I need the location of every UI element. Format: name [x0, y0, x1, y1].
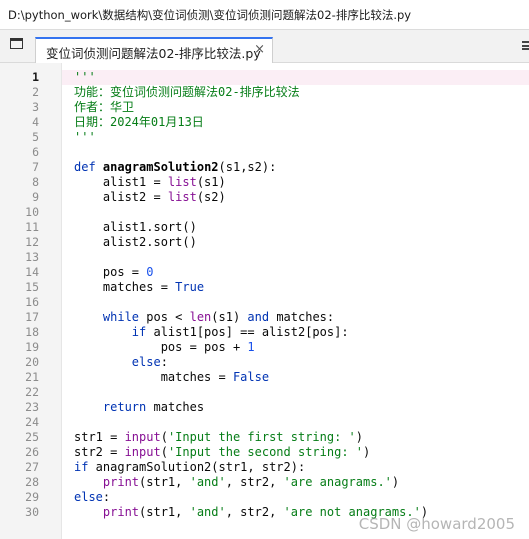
line-number: 6 [32, 145, 39, 159]
code-line[interactable]: matches = True [74, 280, 204, 295]
code-line[interactable]: else: [74, 490, 110, 505]
code-line[interactable]: alist2 = list(s2) [74, 190, 226, 205]
code-line[interactable]: ''' [74, 130, 96, 145]
line-number: 16 [25, 295, 39, 309]
tab-active-file[interactable]: 变位词侦测问题解法02-排序比较法.py × [35, 37, 273, 63]
code-line[interactable]: while pos < len(s1) and matches: [74, 310, 334, 325]
code-line[interactable]: pos = 0 [74, 265, 154, 280]
code-line[interactable]: str2 = input('Input the second string: '… [74, 445, 370, 460]
line-number: 15 [25, 280, 39, 294]
line-number: 14 [25, 265, 39, 279]
code-line[interactable]: alist1.sort() [74, 220, 197, 235]
line-number: 21 [25, 370, 39, 384]
code-line[interactable]: else: [74, 355, 168, 370]
code-line[interactable]: pos = pos + 1 [74, 340, 255, 355]
line-number: 25 [25, 430, 39, 444]
code-line[interactable]: def anagramSolution2(s1,s2): [74, 160, 276, 175]
code-line[interactable]: if alist1[pos] == alist2[pos]: [74, 325, 349, 340]
line-number: 28 [25, 475, 39, 489]
code-line[interactable]: ''' [74, 70, 96, 85]
code-line[interactable]: 作者：华卫 [74, 100, 134, 115]
code-line[interactable]: if anagramSolution2(str1, str2): [74, 460, 305, 475]
line-number: 3 [32, 100, 39, 114]
line-number: 11 [25, 220, 39, 234]
code-editor[interactable]: 1 2 3 4 5 6 7 8 9 10 11 12 13 14 15 16 17 18 19 20 21 22 23 24 2… [0, 63, 529, 539]
line-number: 2 [32, 85, 39, 99]
line-number: 8 [32, 175, 39, 189]
line-number: 24 [25, 415, 39, 429]
line-number-gutter: 1 2 3 4 5 6 7 8 9 10 11 12 13 14 15 16 17 18 19 20 21 22 23 24 2… [0, 63, 62, 539]
code-line[interactable]: 功能：变位词侦测问题解法02-排序比较法 [74, 85, 300, 100]
line-number: 17 [25, 310, 39, 324]
line-number: 30 [25, 505, 39, 519]
file-path: D:\python_work\数据结构\变位词侦测\变位词侦测问题解法02-排序… [8, 8, 412, 22]
line-number: 1 [32, 70, 39, 84]
close-tab-icon[interactable]: × [254, 42, 265, 57]
code-line[interactable]: alist2.sort() [74, 235, 197, 250]
line-number: 26 [25, 445, 39, 459]
watermark: CSDN @howard2005 [358, 515, 515, 533]
line-number: 18 [25, 325, 39, 339]
code-line[interactable]: matches = False [74, 370, 269, 385]
line-number: 5 [32, 130, 39, 144]
window-title-bar: D:\python_work\数据结构\变位词侦测\变位词侦测问题解法02-排序… [0, 0, 529, 30]
line-number: 10 [25, 205, 39, 219]
line-number: 19 [25, 340, 39, 354]
line-number: 12 [25, 235, 39, 249]
line-number: 20 [25, 355, 39, 369]
code-line[interactable]: alist1 = list(s1) [74, 175, 226, 190]
line-number: 13 [25, 250, 39, 264]
code-line[interactable]: str1 = input('Input the first string: ') [74, 430, 363, 445]
line-number: 29 [25, 490, 39, 504]
code-line[interactable]: return matches [74, 400, 204, 415]
tab-label: 变位词侦测问题解法02-排序比较法.py [46, 46, 261, 61]
line-number: 22 [25, 385, 39, 399]
window-icon[interactable] [10, 38, 23, 49]
line-number: 9 [32, 190, 39, 204]
editor-tab-bar: 变位词侦测问题解法02-排序比较法.py × [0, 30, 529, 63]
code-line[interactable]: 日期：2024年01月13日 [74, 115, 204, 130]
line-number: 4 [32, 115, 39, 129]
tab-list-menu-icon[interactable] [522, 41, 529, 50]
line-number: 7 [32, 160, 39, 174]
line-number: 27 [25, 460, 39, 474]
current-line-highlight [62, 70, 529, 85]
code-line[interactable]: print(str1, 'and', str2, 'are anagrams.'… [74, 475, 399, 490]
line-number: 23 [25, 400, 39, 414]
